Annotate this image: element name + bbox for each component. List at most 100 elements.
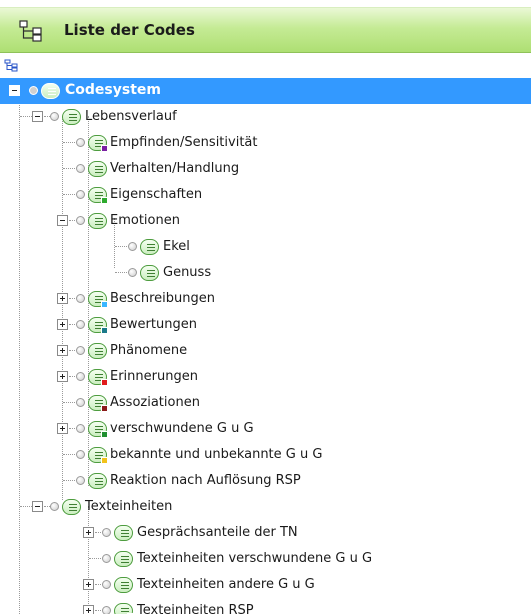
- tree-node-label: verschwundene G u G: [110, 421, 254, 436]
- activation-dot[interactable]: [76, 216, 85, 225]
- tree-view-icon[interactable]: [4, 59, 18, 72]
- code-tree: Codesystem Lebensverlauf Empfinden/Sensi…: [0, 78, 531, 614]
- code-icon: [88, 343, 107, 359]
- collapse-toggle[interactable]: [32, 501, 43, 512]
- tree-node[interactable]: Lebensverlauf: [0, 104, 531, 130]
- code-icon: [62, 499, 81, 515]
- color-marker: [101, 301, 108, 308]
- code-icon: [114, 525, 133, 541]
- activation-dot[interactable]: [102, 554, 111, 563]
- tree-node[interactable]: Eigenschaften: [0, 182, 531, 208]
- expand-toggle[interactable]: [83, 527, 94, 538]
- code-icon: [114, 551, 133, 567]
- tree-node[interactable]: Emotionen: [0, 208, 531, 234]
- expand-toggle[interactable]: [57, 319, 68, 330]
- activation-dot[interactable]: [128, 268, 137, 277]
- tree-node-label: Beschreibungen: [110, 291, 215, 306]
- activation-dot[interactable]: [76, 138, 85, 147]
- tree-node-label: Eigenschaften: [110, 187, 203, 202]
- tree-node[interactable]: Verhalten/Handlung: [0, 156, 531, 182]
- tree-node-label: Erinnerungen: [110, 369, 198, 384]
- tree-node[interactable]: Texteinheiten RSP: [0, 598, 531, 614]
- activation-dot[interactable]: [76, 294, 85, 303]
- color-marker: [101, 431, 108, 438]
- color-marker: [101, 327, 108, 334]
- expand-toggle[interactable]: [57, 371, 68, 382]
- activation-dot[interactable]: [50, 502, 59, 511]
- tree-node[interactable]: bekannte und unbekannte G u G: [0, 442, 531, 468]
- collapse-toggle[interactable]: [32, 111, 43, 122]
- activation-dot[interactable]: [102, 528, 111, 537]
- activation-dot[interactable]: [76, 372, 85, 381]
- tree-node-label: bekannte und unbekannte G u G: [110, 447, 323, 462]
- code-icon: [88, 473, 107, 489]
- code-icon: [88, 369, 108, 386]
- tree-node-label: Reaktion nach Auflösung RSP: [110, 473, 301, 488]
- tree-node-label: Bewertungen: [110, 317, 197, 332]
- color-marker: [101, 197, 108, 204]
- color-marker: [101, 457, 108, 464]
- tree-node-label: Codesystem: [65, 82, 161, 98]
- code-icon: [88, 447, 108, 464]
- code-icon: [88, 421, 108, 438]
- tree-node-label: Texteinheiten RSP: [137, 603, 254, 614]
- code-icon: [88, 213, 107, 229]
- activation-dot[interactable]: [76, 346, 85, 355]
- activation-dot[interactable]: [76, 476, 85, 485]
- code-icon: [114, 603, 134, 614]
- tree-node[interactable]: Texteinheiten: [0, 494, 531, 520]
- activation-dot[interactable]: [76, 398, 85, 407]
- code-icon: [140, 265, 159, 281]
- activation-dot[interactable]: [29, 86, 38, 95]
- activation-dot[interactable]: [50, 112, 59, 121]
- panel-header: Liste der Codes: [0, 7, 531, 53]
- panel-title: Liste der Codes: [64, 21, 195, 39]
- tree-node-label: Texteinheiten verschwundene G u G: [137, 551, 373, 566]
- activation-dot[interactable]: [76, 424, 85, 433]
- tree-node-label: Lebensverlauf: [85, 109, 177, 124]
- tree-node[interactable]: Texteinheiten verschwundene G u G: [0, 546, 531, 572]
- code-icon: [88, 161, 107, 177]
- code-list-icon: [19, 20, 42, 42]
- tree-node-codesystem[interactable]: Codesystem: [0, 78, 531, 104]
- collapse-toggle[interactable]: [9, 85, 20, 96]
- expand-toggle[interactable]: [83, 579, 94, 590]
- activation-dot[interactable]: [102, 580, 111, 589]
- tree-node[interactable]: Assoziationen: [0, 390, 531, 416]
- code-icon: [140, 239, 159, 255]
- color-marker: [101, 379, 108, 386]
- code-icon: [62, 109, 81, 125]
- tree-node[interactable]: verschwundene G u G: [0, 416, 531, 442]
- panel-toolbar: [0, 54, 531, 78]
- code-icon: [88, 187, 108, 204]
- code-system-icon: [41, 83, 60, 99]
- code-icon: [88, 291, 108, 308]
- tree-node[interactable]: Bewertungen: [0, 312, 531, 338]
- tree-node[interactable]: Empfinden/Sensitivität: [0, 130, 531, 156]
- code-icon: [88, 395, 108, 412]
- activation-dot[interactable]: [128, 242, 137, 251]
- activation-dot[interactable]: [76, 320, 85, 329]
- tree-node[interactable]: Gesprächsanteile der TN: [0, 520, 531, 546]
- tree-node[interactable]: Ekel: [0, 234, 531, 260]
- color-marker: [101, 405, 108, 412]
- code-list-window: Liste der Codes Codesystem Lebensverlauf…: [0, 0, 531, 614]
- activation-dot[interactable]: [102, 606, 111, 614]
- tree-node[interactable]: Phänomene: [0, 338, 531, 364]
- expand-toggle[interactable]: [57, 293, 68, 304]
- tree-node-label: Genuss: [163, 265, 212, 280]
- tree-node[interactable]: Erinnerungen: [0, 364, 531, 390]
- activation-dot[interactable]: [76, 450, 85, 459]
- collapse-toggle[interactable]: [57, 215, 68, 226]
- expand-toggle[interactable]: [57, 423, 68, 434]
- tree-node[interactable]: Beschreibungen: [0, 286, 531, 312]
- tree-node-label: Phänomene: [110, 343, 188, 358]
- activation-dot[interactable]: [76, 190, 85, 199]
- tree-node[interactable]: Reaktion nach Auflösung RSP: [0, 468, 531, 494]
- expand-toggle[interactable]: [57, 345, 68, 356]
- tree-node[interactable]: Genuss: [0, 260, 531, 286]
- tree-node[interactable]: Texteinheiten andere G u G: [0, 572, 531, 598]
- expand-toggle[interactable]: [83, 605, 94, 614]
- activation-dot[interactable]: [76, 164, 85, 173]
- tree-node-label: Verhalten/Handlung: [110, 161, 240, 176]
